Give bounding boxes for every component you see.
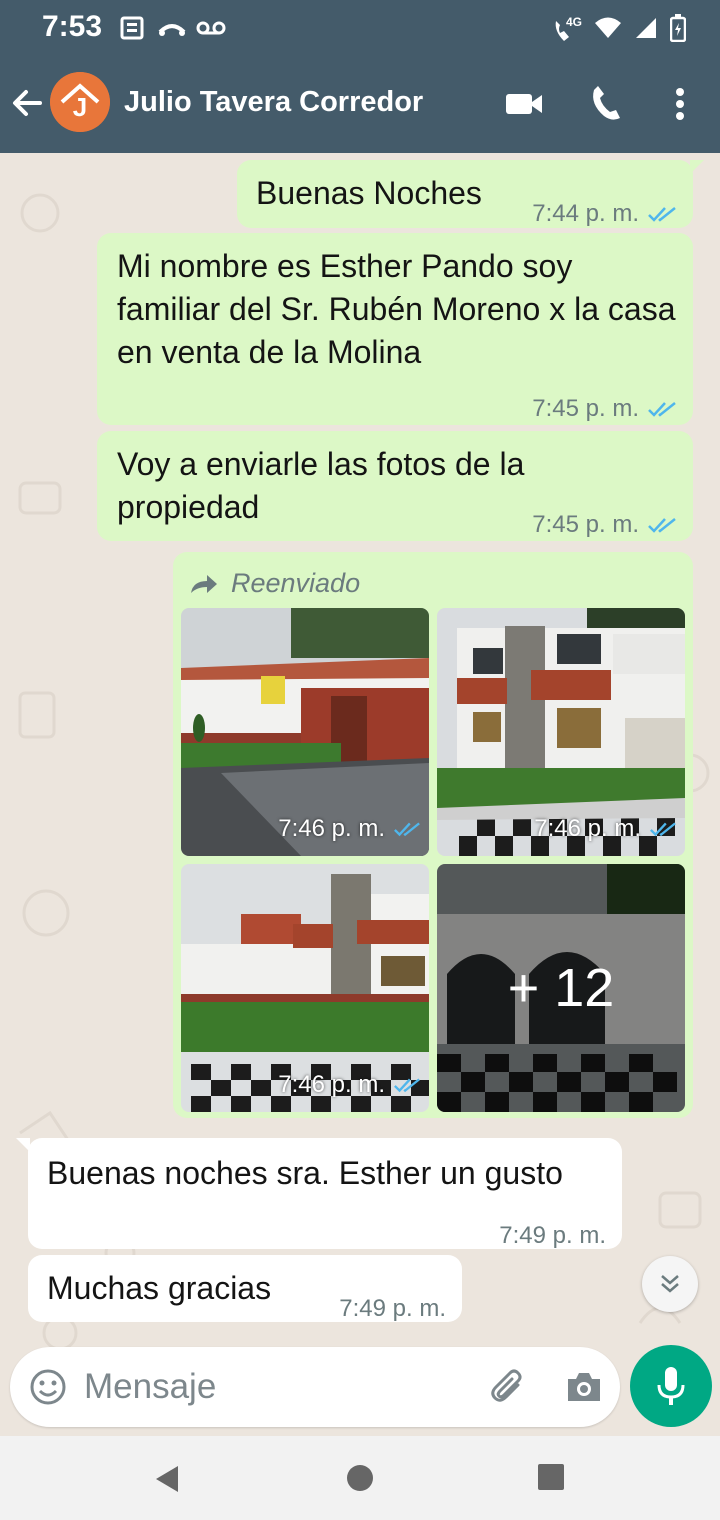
double-chevron-down-icon	[661, 1275, 679, 1293]
message-text: Mi nombre es Esther Pando soy familiar d…	[117, 248, 676, 370]
photo-thumbnail[interactable]: 7:46 p. m.	[181, 608, 429, 856]
forward-arrow-icon	[191, 574, 217, 593]
voicemail-icon	[196, 14, 226, 42]
camera-icon[interactable]	[564, 1369, 604, 1410]
message-bubble-outgoing[interactable]: Mi nombre es Esther Pando soy familiar d…	[97, 233, 693, 425]
back-arrow-icon[interactable]	[10, 82, 46, 124]
top-bar: 7:53 4G J Julio Tavera Corredor	[0, 0, 720, 153]
voice-call-icon[interactable]	[588, 84, 624, 129]
message-bubble-outgoing[interactable]: Voy a enviarle las fotos de la propiedad…	[97, 431, 693, 541]
microphone-icon	[657, 1367, 685, 1405]
photo-time: 7:46 p. m.	[278, 815, 385, 842]
network-type: 4G	[566, 14, 583, 29]
more-photos-thumbnail[interactable]: + 12	[437, 864, 685, 1112]
status-bar: 7:53 4G	[0, 0, 720, 58]
message-text: Buenas Noches	[256, 175, 482, 211]
emoji-icon[interactable]	[28, 1367, 68, 1412]
bubble-tail	[16, 1138, 30, 1152]
nav-back-icon[interactable]	[154, 1464, 182, 1499]
wifi-icon	[594, 16, 622, 45]
read-receipt-icon	[394, 821, 420, 836]
photo-thumbnail[interactable]: 7:46 p. m.	[437, 608, 685, 856]
nav-recents-icon[interactable]	[538, 1464, 564, 1495]
message-text: Muchas gracias	[47, 1270, 272, 1306]
read-receipt-icon	[648, 401, 676, 417]
read-receipt-icon	[650, 821, 676, 836]
message-composer	[10, 1347, 620, 1427]
video-call-icon[interactable]	[504, 84, 544, 129]
message-time: 7:49 p. m.	[499, 1222, 606, 1249]
read-receipt-icon	[648, 206, 676, 222]
message-input[interactable]	[84, 1359, 474, 1415]
system-navigation-bar	[0, 1436, 720, 1520]
avatar[interactable]: J	[50, 72, 110, 132]
scroll-to-bottom-button[interactable]	[642, 1256, 698, 1312]
photo-thumbnail[interactable]: 7:46 p. m.	[181, 864, 429, 1112]
bubble-tail	[690, 160, 704, 174]
missed-call-icon	[158, 14, 186, 42]
battery-icon	[669, 14, 687, 47]
message-bubble-outgoing[interactable]: Buenas Noches 7:44 p. m.	[237, 160, 693, 228]
message-text: Buenas noches sra. Esther un gusto	[47, 1155, 563, 1191]
forwarded-text: Reenviado	[231, 568, 361, 598]
message-time: 7:45 p. m.	[532, 395, 639, 422]
more-options-icon[interactable]	[672, 84, 688, 129]
message-text: Voy a enviarle las fotos de la propiedad	[117, 446, 525, 525]
chat-area[interactable]: Buenas Noches 7:44 p. m. Mi nombre es Es…	[0, 153, 720, 1436]
read-receipt-icon	[648, 517, 676, 533]
message-time: 7:45 p. m.	[532, 511, 639, 538]
message-time: 7:49 p. m.	[339, 1295, 446, 1322]
contact-name[interactable]: Julio Tavera Corredor	[124, 86, 423, 119]
attach-icon[interactable]	[488, 1367, 528, 1412]
wifi-calling-icon: 4G	[552, 14, 583, 45]
photo-time: 7:46 p. m.	[534, 815, 641, 842]
chat-header: J Julio Tavera Corredor	[0, 58, 720, 153]
status-time: 7:53	[42, 10, 103, 43]
read-receipt-icon	[394, 1077, 420, 1092]
message-bubble-incoming[interactable]: Buenas noches sra. Esther un gusto 7:49 …	[28, 1138, 622, 1249]
news-notification-icon	[120, 14, 146, 42]
message-bubble-incoming[interactable]: Muchas gracias 7:49 p. m.	[28, 1255, 462, 1322]
forwarded-photo-album[interactable]: Reenviado 7:46 p. m. 7:46 p. m. 7:46 p. …	[173, 552, 693, 1118]
avatar-letter: J	[73, 92, 87, 122]
photo-time: 7:46 p. m.	[278, 1071, 385, 1098]
more-photos-count: + 12	[437, 864, 685, 1112]
voice-message-button[interactable]	[630, 1345, 712, 1427]
signal-icon	[634, 16, 658, 45]
forwarded-label: Reenviado	[189, 562, 360, 605]
nav-home-icon[interactable]	[346, 1464, 374, 1497]
message-time: 7:44 p. m.	[532, 200, 639, 227]
